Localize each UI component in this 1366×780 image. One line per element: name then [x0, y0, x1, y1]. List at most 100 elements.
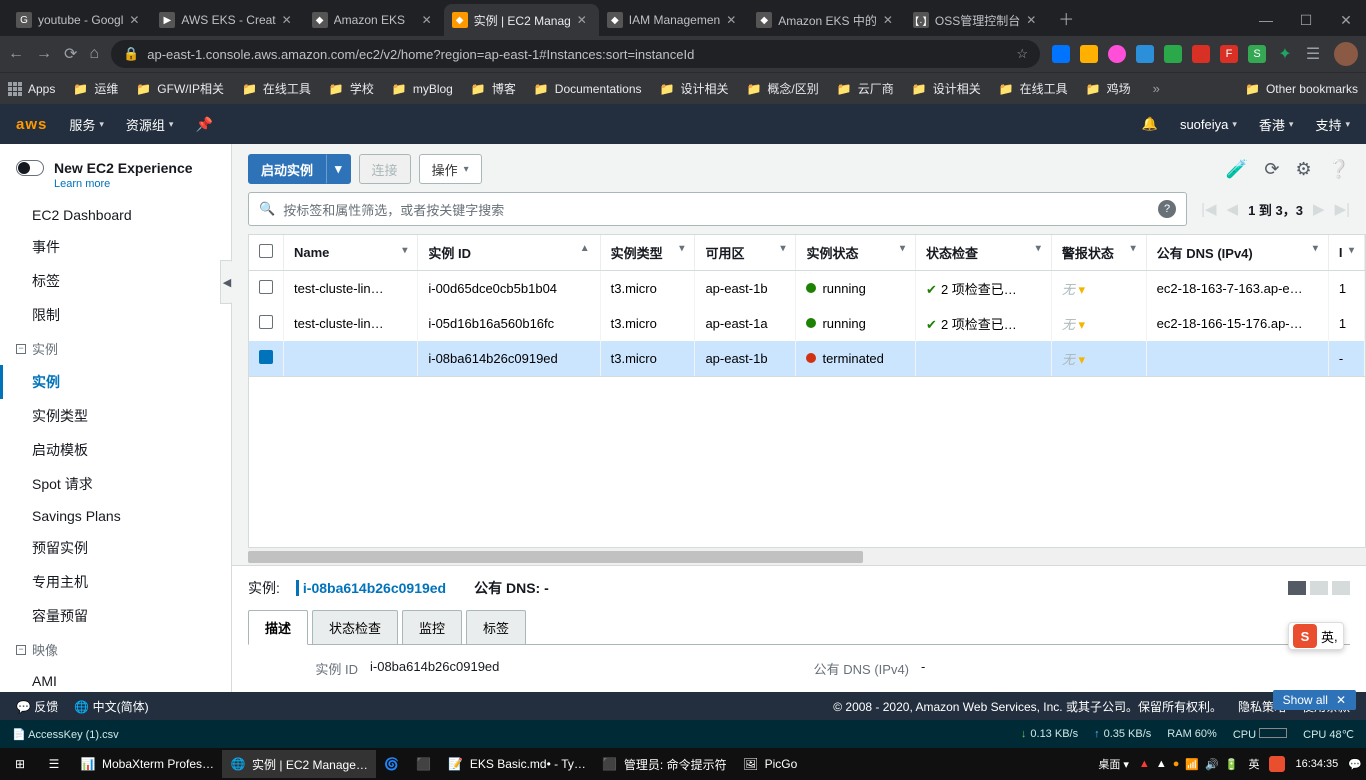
bookmark-folder[interactable]: 📁博客 — [471, 80, 516, 97]
bookmark-folder[interactable]: 📁鸡场 — [1086, 80, 1131, 97]
sidebar-item[interactable]: 实例 — [0, 365, 231, 399]
column-header[interactable]: I▾ — [1328, 235, 1364, 271]
desktop-switcher[interactable]: 桌面 ▾ — [1098, 756, 1129, 772]
address-bar[interactable]: 🔒 ap-east-1.console.aws.amazon.com/ec2/v… — [111, 40, 1040, 68]
filter-help-icon[interactable]: ? — [1158, 200, 1176, 218]
close-icon[interactable]: ✕ — [577, 13, 591, 27]
aws-logo[interactable]: aws — [16, 116, 47, 133]
table-row[interactable]: test-cluste-lin…i-05d16b16a560b16fct3.mi… — [249, 306, 1365, 341]
bookmark-folder[interactable]: 📁GFW/IP相关 — [136, 80, 224, 97]
close-icon[interactable]: ✕ — [422, 13, 436, 27]
taskbar-item[interactable]: ⬛管理员: 命令提示符 — [594, 750, 735, 778]
browser-tab[interactable]: ◆实例 | EC2 Manag✕ — [444, 4, 599, 36]
notification-center[interactable]: 💬 — [1348, 758, 1362, 771]
new-experience-toggle[interactable]: New EC2 Experience — [0, 156, 231, 178]
bookmark-folder[interactable]: 📁myBlog — [392, 80, 453, 97]
download-item[interactable]: 📄 AccessKey (1).csv — [12, 728, 119, 741]
column-header[interactable]: 状态检查▾ — [916, 235, 1052, 271]
ext-icon[interactable]: ✦ — [1276, 45, 1294, 63]
column-header[interactable]: 可用区▾ — [695, 235, 796, 271]
ext-icon[interactable] — [1080, 45, 1098, 63]
row-checkbox[interactable] — [259, 280, 273, 294]
taskbar-item[interactable]: 🌐实例 | EC2 Manage… — [222, 750, 376, 778]
apps-button[interactable]: Apps — [8, 82, 55, 96]
window-maximize[interactable]: ☐ — [1286, 4, 1326, 36]
sidebar-item[interactable]: 限制 — [0, 298, 231, 332]
ext-icon[interactable] — [1164, 45, 1182, 63]
sidebar-item[interactable]: AMI — [0, 666, 231, 692]
ime-floating-badge[interactable]: S英 , — [1288, 622, 1344, 650]
launch-instance-button[interactable]: 启动实例 — [248, 154, 326, 184]
bookmark-folder[interactable]: 📁概念/区别 — [746, 80, 818, 97]
tray-icons[interactable]: ▲▲●📶🔊🔋 — [1139, 758, 1239, 771]
close-icon[interactable]: ✕ — [883, 13, 897, 27]
bookmark-folder[interactable]: 📁云厂商 — [837, 80, 894, 97]
sidebar-item[interactable]: EC2 Dashboard — [0, 200, 231, 230]
refresh-icon[interactable]: ⟳ — [1264, 159, 1279, 180]
close-icon[interactable]: ✕ — [1026, 13, 1040, 27]
downloads-show-all[interactable]: Show all✕ — [1273, 690, 1356, 710]
help-icon[interactable]: ❔ — [1328, 159, 1350, 180]
row-checkbox[interactable] — [259, 350, 273, 364]
details-tab[interactable]: 监控 — [402, 610, 462, 645]
taskbar-item[interactable]: 📊MobaXterm Profes… — [72, 750, 222, 778]
connect-button[interactable]: 连接 — [359, 154, 411, 184]
table-row[interactable]: i-08ba614b26c0919edt3.microap-east-1b te… — [249, 341, 1365, 376]
region-menu[interactable]: 香港▾ — [1259, 115, 1294, 134]
ime-indicator[interactable]: 英 — [1248, 756, 1259, 772]
taskbar-item[interactable]: 🌀 — [376, 750, 408, 778]
learn-more-link[interactable]: Learn more — [0, 178, 231, 190]
sidebar-item[interactable]: 标签 — [0, 264, 231, 298]
resource-groups-menu[interactable]: 资源组▾ — [126, 115, 174, 134]
feedback-link[interactable]: 💬 反馈 — [16, 698, 58, 715]
pager-last[interactable]: ▶| — [1335, 200, 1350, 218]
browser-tab[interactable]: ▶AWS EKS - Creat✕ — [151, 4, 303, 36]
taskbar-item[interactable]: ⬛ — [408, 750, 440, 778]
ext-icon[interactable] — [1108, 45, 1126, 63]
sidebar-item[interactable]: 启动模板 — [0, 433, 231, 467]
bookmark-folder[interactable]: 📁Documentations — [534, 80, 642, 97]
browser-tab[interactable]: ◆Amazon EKS 中的✕ — [748, 4, 905, 36]
ext-icon[interactable] — [1192, 45, 1210, 63]
services-menu[interactable]: 服务▾ — [69, 115, 104, 134]
sogou-icon[interactable] — [1269, 756, 1285, 772]
launch-instance-dropdown[interactable]: ▾ — [326, 154, 351, 184]
beaker-icon[interactable]: 🧪 — [1226, 159, 1248, 180]
sidebar-item[interactable]: Savings Plans — [0, 501, 231, 531]
settings-icon[interactable]: ⚙ — [1295, 159, 1311, 180]
details-tab[interactable]: 标签 — [466, 610, 526, 645]
bookmark-folder[interactable]: 📁在线工具 — [242, 80, 311, 97]
bookmark-folder[interactable]: 📁设计相关 — [912, 80, 981, 97]
ext-icon[interactable] — [1136, 45, 1154, 63]
browser-tab[interactable]: ◆IAM Managemen✕ — [599, 4, 748, 36]
ext-icon[interactable]: F — [1220, 45, 1238, 63]
sidebar-group-instances[interactable]: −实例 — [0, 332, 231, 365]
browser-tab[interactable]: Gyoutube - Googl✕ — [8, 4, 151, 36]
bookmarks-overflow[interactable]: » — [1153, 81, 1160, 96]
bookmark-folder[interactable]: 📁在线工具 — [999, 80, 1068, 97]
nav-forward-icon[interactable]: → — [36, 45, 52, 63]
sidebar-group-images[interactable]: −映像 — [0, 633, 231, 666]
bookmark-folder[interactable]: 📁运维 — [73, 80, 118, 97]
pager-prev[interactable]: ◀ — [1227, 200, 1239, 218]
clock[interactable]: 16:34:35 — [1295, 758, 1338, 770]
column-header[interactable]: 公有 DNS (IPv4)▾ — [1146, 235, 1328, 271]
taskbar-item[interactable]: 🖼PicGo — [735, 750, 806, 778]
star-icon[interactable]: ☆ — [1016, 46, 1028, 62]
column-header[interactable]: 警报状态▾ — [1051, 235, 1146, 271]
profile-avatar[interactable] — [1334, 42, 1358, 66]
browser-tab[interactable]: 【·】OSS管理控制台✕ — [905, 4, 1048, 36]
close-icon[interactable]: ✕ — [726, 13, 740, 27]
select-all-checkbox[interactable] — [259, 244, 273, 258]
column-header[interactable]: 实例 ID▲ — [418, 235, 600, 271]
actions-menu[interactable]: 操作▾ — [419, 154, 482, 184]
support-menu[interactable]: 支持▾ — [1315, 115, 1350, 134]
column-header[interactable]: 实例状态▾ — [796, 235, 916, 271]
notifications-icon[interactable]: 🔔 — [1142, 116, 1158, 132]
horizontal-scrollbar[interactable] — [248, 547, 1366, 565]
ext-icon[interactable]: S — [1248, 45, 1266, 63]
nav-home-icon[interactable]: ⌂ — [89, 45, 99, 63]
panel-layout-buttons[interactable] — [1288, 581, 1350, 595]
sidebar-item[interactable]: Spot 请求 — [0, 467, 231, 501]
nav-back-icon[interactable]: ← — [8, 45, 24, 63]
